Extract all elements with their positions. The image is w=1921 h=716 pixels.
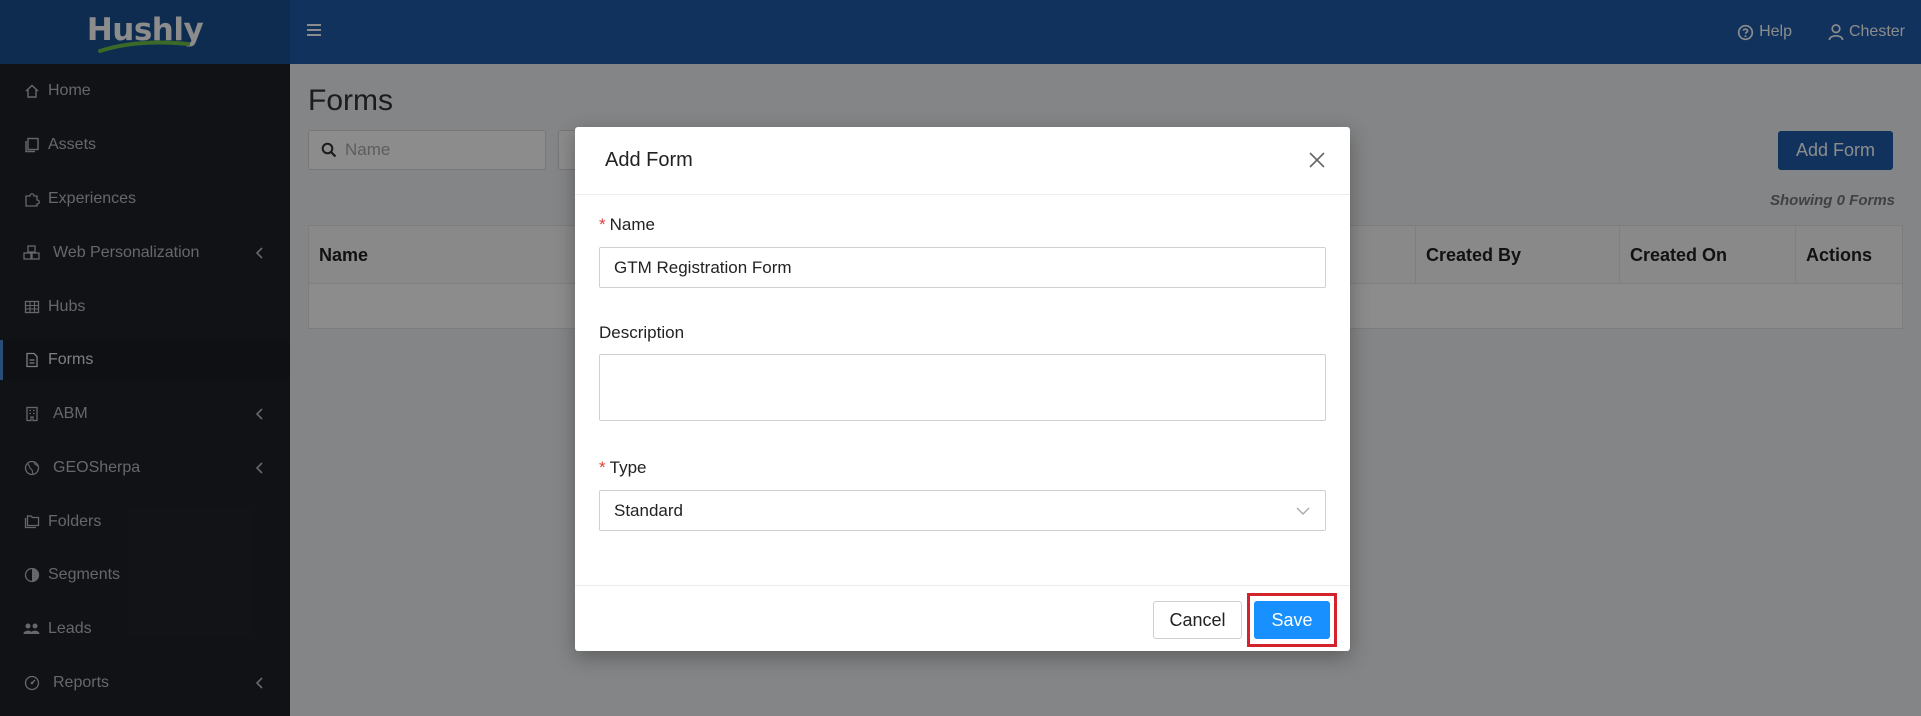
save-button[interactable]: Save xyxy=(1254,601,1330,639)
name-field[interactable]: GTM Registration Form xyxy=(599,247,1326,288)
type-select-value: Standard xyxy=(614,500,683,520)
type-label-text: Type xyxy=(609,458,647,477)
chevron-down-icon xyxy=(1296,507,1310,515)
modal-title: Add Form xyxy=(605,149,693,171)
type-label: * Type xyxy=(599,458,646,478)
add-form-modal: Add Form * Name GTM Registration Form Des… xyxy=(575,127,1350,651)
close-icon[interactable] xyxy=(1306,149,1328,171)
modal-footer: Cancel Save xyxy=(575,585,1350,651)
required-mark: * xyxy=(599,215,606,234)
description-label: Description xyxy=(599,323,685,342)
required-mark: * xyxy=(599,458,606,477)
description-field[interactable] xyxy=(599,354,1326,421)
type-select[interactable]: Standard xyxy=(599,490,1326,531)
name-label: * Name xyxy=(599,215,655,235)
modal-header: Add Form xyxy=(575,127,1350,195)
cancel-button[interactable]: Cancel xyxy=(1153,601,1242,639)
name-label-text: Name xyxy=(609,215,655,234)
name-field-value: GTM Registration Form xyxy=(614,257,792,277)
